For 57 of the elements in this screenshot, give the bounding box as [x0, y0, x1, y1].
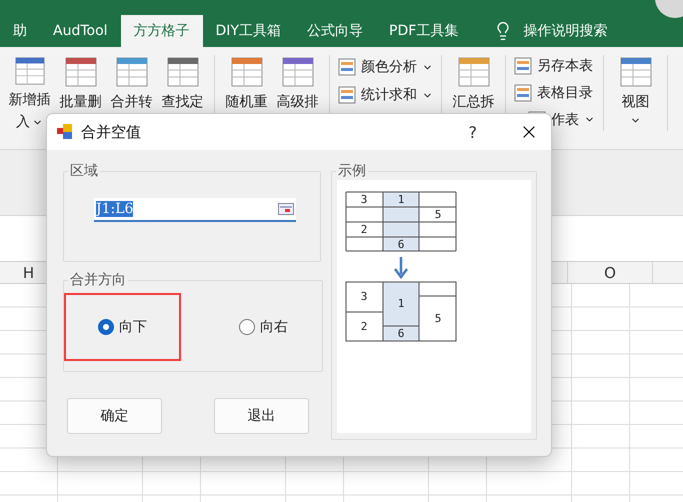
ribbon-icon	[280, 55, 314, 89]
ribbon-button[interactable]: 批量删	[60, 93, 102, 111]
ribbon-icon	[114, 55, 148, 89]
cell-number: 1	[398, 193, 404, 206]
ribbon-button[interactable]: 视图	[622, 93, 650, 111]
ribbon-icon	[338, 58, 356, 76]
group-label: 合并方向	[69, 271, 127, 289]
cell-number: 1	[398, 297, 404, 310]
cell-number: 3	[360, 290, 368, 303]
ribbon-button[interactable]: 随机重	[226, 93, 268, 111]
app-icon	[57, 124, 75, 140]
ribbon-button[interactable]: 新增插	[8, 91, 50, 109]
ribbon-icon	[64, 55, 98, 89]
ribbon-button[interactable]: 合并转	[110, 93, 152, 111]
radio-option[interactable]: 向右	[239, 318, 288, 336]
exit-button[interactable]: 退出	[214, 398, 309, 434]
ok-button[interactable]: 确定	[67, 398, 162, 434]
ribbon-icon	[456, 55, 490, 89]
ribbon-icon	[230, 55, 264, 89]
ribbon-button[interactable]: 另存本表	[537, 57, 593, 76]
tell-me-search[interactable]: 操作说明搜索	[523, 22, 608, 40]
group-label: 区域	[69, 162, 99, 180]
ribbon-button[interactable]: 高级排	[276, 93, 318, 111]
ribbon-tab[interactable]: 方方格子	[120, 15, 203, 47]
radio-option[interactable]: 向下	[98, 318, 147, 336]
ribbon-icon	[618, 55, 652, 89]
group-label: 示例	[337, 162, 367, 180]
ribbon-tab[interactable]: AudTool	[40, 15, 121, 47]
cell-number: 6	[398, 238, 404, 251]
ribbon-tab[interactable]: 助	[0, 15, 40, 47]
arrow-icon	[394, 257, 408, 280]
help-button[interactable]: ?	[468, 122, 477, 142]
ribbon-button[interactable]: 统计求和	[361, 86, 417, 104]
dialog-title: 合并空值	[81, 122, 142, 142]
ribbon-icon	[514, 57, 532, 76]
ribbon-tab[interactable]: DIY工具箱	[202, 15, 294, 47]
column-header[interactable]: O	[568, 262, 653, 283]
cell-number: 3	[360, 193, 368, 206]
cell-number: 2	[360, 320, 368, 333]
cell-number: 6	[398, 327, 404, 340]
ribbon-button[interactable]: 作表	[551, 110, 579, 129]
ribbon-button[interactable]: 查找定	[162, 93, 204, 111]
cell-number: 5	[434, 312, 442, 325]
ribbon-tab[interactable]: PDF工具集	[376, 15, 472, 47]
range-input-field[interactable]: J1:L6	[94, 198, 296, 222]
ribbon-tab[interactable]: 公式向导	[294, 15, 376, 47]
ribbon-icon	[514, 84, 532, 102]
ribbon-icon	[12, 55, 46, 87]
ribbon-button[interactable]: 颜色分析	[361, 58, 417, 76]
ribbon-icon	[166, 55, 200, 89]
range-picker-icon[interactable]	[278, 203, 294, 215]
ribbon-button[interactable]: 入	[16, 113, 30, 131]
cell-number: 5	[434, 208, 442, 221]
ribbon-icon	[338, 86, 356, 104]
cell-number: 2	[360, 223, 368, 236]
ribbon-button[interactable]: 表格目录	[537, 84, 593, 102]
ribbon-button[interactable]: 汇总拆	[452, 93, 494, 111]
